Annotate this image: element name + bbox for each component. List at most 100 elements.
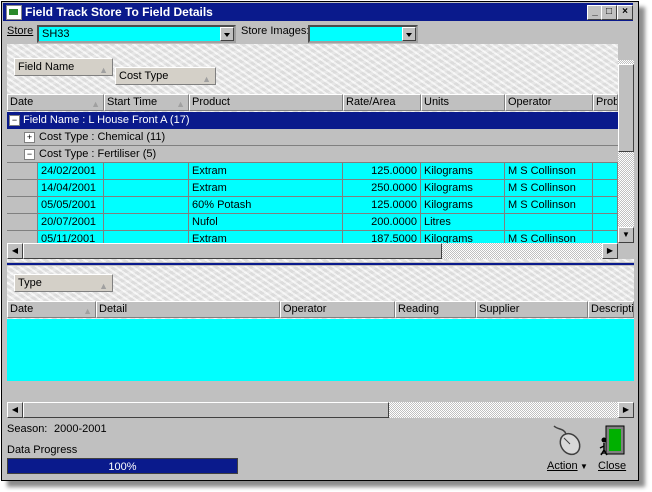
- group-row-label: Field Name : L House Front A (17): [23, 114, 190, 126]
- column-label: Descriptio: [591, 303, 634, 315]
- cell-rate[interactable]: 125.0000: [343, 197, 421, 214]
- row-indent: [7, 214, 38, 231]
- column-header-reading[interactable]: Reading: [395, 301, 476, 318]
- scroll-left-button[interactable]: ◀: [7, 402, 23, 418]
- row-indent: [7, 231, 38, 243]
- maximize-button[interactable]: □: [601, 5, 617, 20]
- column-header-date[interactable]: Date ▲: [7, 94, 104, 111]
- group-chip-cost-type[interactable]: Cost Type ▲: [115, 67, 216, 85]
- chevron-down-icon[interactable]: [220, 27, 234, 41]
- table-row[interactable]: 20/07/2001 Nufol 200.0000 Litres: [7, 214, 618, 231]
- column-header-rate-area[interactable]: Rate/Area: [343, 94, 421, 111]
- cell-units[interactable]: Kilograms: [421, 163, 505, 180]
- bottom-grid-body[interactable]: [7, 319, 634, 381]
- cell-start-time[interactable]: [104, 180, 189, 197]
- column-header-supplier[interactable]: Supplier: [476, 301, 588, 318]
- group-row-field-name[interactable]: − Field Name : L House Front A (17): [7, 112, 618, 129]
- store-images-select[interactable]: [308, 25, 418, 43]
- table-row[interactable]: 05/11/2001 Extram 187.5000 Kilograms M S…: [7, 231, 618, 243]
- cell-product[interactable]: Extram: [189, 231, 343, 243]
- top-horizontal-scrollbar[interactable]: ◀ ▶: [7, 243, 634, 259]
- store-label: Store: [7, 25, 34, 37]
- scroll-left-button[interactable]: ◀: [7, 243, 23, 259]
- table-row[interactable]: 14/04/2001 Extram 250.0000 Kilograms M S…: [7, 180, 618, 197]
- cell-problem[interactable]: [593, 197, 618, 214]
- scroll-thumb[interactable]: [23, 402, 389, 418]
- close-window-button[interactable]: ×: [617, 5, 633, 20]
- cell-problem[interactable]: [593, 231, 618, 243]
- cell-date[interactable]: 24/02/2001: [38, 163, 104, 180]
- cell-rate[interactable]: 187.5000: [343, 231, 421, 243]
- cell-units[interactable]: Kilograms: [421, 197, 505, 214]
- title-bar[interactable]: Field Track Store To Field Details _ □ ×: [3, 3, 633, 21]
- cell-operator[interactable]: M S Collinson: [505, 180, 593, 197]
- group-chip-field-name[interactable]: Field Name ▲: [14, 58, 113, 76]
- cell-operator[interactable]: [505, 214, 593, 231]
- top-vertical-scrollbar[interactable]: ▼: [618, 44, 634, 243]
- cell-rate[interactable]: 200.0000: [343, 214, 421, 231]
- scroll-down-button[interactable]: ▼: [618, 227, 634, 243]
- cell-units[interactable]: Kilograms: [421, 231, 505, 243]
- column-header-start-time[interactable]: Start Time ▲: [104, 94, 189, 111]
- cell-rate[interactable]: 125.0000: [343, 163, 421, 180]
- column-label: Reading: [398, 303, 439, 315]
- mouse-icon: [553, 425, 581, 456]
- cell-date[interactable]: 20/07/2001: [38, 214, 104, 231]
- table-row[interactable]: 05/05/2001 60% Potash 125.0000 Kilograms…: [7, 197, 618, 214]
- group-chip-type[interactable]: Type ▲: [14, 274, 113, 292]
- column-label: Date: [10, 96, 34, 108]
- column-label: Operator: [508, 96, 552, 108]
- cell-product[interactable]: Extram: [189, 180, 343, 197]
- cell-start-time[interactable]: [104, 231, 189, 243]
- scroll-right-button[interactable]: ▶: [602, 243, 618, 259]
- cell-start-time[interactable]: [104, 197, 189, 214]
- column-header-date[interactable]: Date ▲: [7, 301, 96, 318]
- cell-rate[interactable]: 250.0000: [343, 180, 421, 197]
- scroll-thumb[interactable]: [23, 243, 442, 259]
- column-header-operator[interactable]: Operator: [505, 94, 593, 111]
- cell-product[interactable]: Nufol: [189, 214, 343, 231]
- column-label: Rate/Area: [346, 96, 396, 108]
- cell-start-time[interactable]: [104, 163, 189, 180]
- cell-date[interactable]: 05/05/2001: [38, 197, 104, 214]
- cell-date[interactable]: 14/04/2001: [38, 180, 104, 197]
- close-button[interactable]: Close: [594, 424, 634, 474]
- sort-up-icon: ▲: [99, 281, 108, 291]
- column-header-product[interactable]: Product: [189, 94, 343, 111]
- scroll-right-button[interactable]: ▶: [618, 402, 634, 418]
- cell-problem[interactable]: [593, 163, 618, 180]
- subgroup-label: Cost Type : Fertiliser (5): [39, 148, 157, 160]
- scroll-track[interactable]: [389, 402, 618, 418]
- column-header-units[interactable]: Units: [421, 94, 505, 111]
- column-header-problem[interactable]: Probl: [593, 94, 618, 111]
- splitter[interactable]: [7, 263, 634, 265]
- chevron-down-icon[interactable]: [402, 27, 416, 41]
- bottom-horizontal-scrollbar[interactable]: ◀ ▶: [7, 402, 634, 418]
- collapse-icon[interactable]: −: [24, 149, 35, 160]
- cell-operator[interactable]: M S Collinson: [505, 231, 593, 243]
- cell-operator[interactable]: M S Collinson: [505, 163, 593, 180]
- column-label: Operator: [283, 303, 327, 315]
- cell-operator[interactable]: M S Collinson: [505, 197, 593, 214]
- cell-problem[interactable]: [593, 180, 618, 197]
- column-header-description[interactable]: Descriptio: [588, 301, 634, 318]
- store-select[interactable]: SH33: [37, 25, 236, 43]
- action-button[interactable]: Action ▼: [544, 424, 588, 474]
- expand-icon[interactable]: +: [24, 132, 35, 143]
- cell-start-time[interactable]: [104, 214, 189, 231]
- subgroup-row-fertiliser[interactable]: − Cost Type : Fertiliser (5): [7, 146, 618, 163]
- subgroup-row-chemical[interactable]: + Cost Type : Chemical (11): [7, 129, 618, 146]
- scroll-thumb[interactable]: [618, 64, 634, 152]
- column-header-detail[interactable]: Detail: [96, 301, 280, 318]
- column-header-operator[interactable]: Operator: [280, 301, 395, 318]
- cell-product[interactable]: Extram: [189, 163, 343, 180]
- cell-product[interactable]: 60% Potash: [189, 197, 343, 214]
- cell-problem[interactable]: [593, 214, 618, 231]
- column-label: Detail: [99, 303, 128, 315]
- table-row[interactable]: 24/02/2001 Extram 125.0000 Kilograms M S…: [7, 163, 618, 180]
- scroll-track[interactable]: [442, 243, 602, 259]
- cell-units[interactable]: Kilograms: [421, 180, 505, 197]
- cell-date[interactable]: 05/11/2001: [38, 231, 104, 243]
- collapse-icon[interactable]: −: [9, 115, 20, 126]
- cell-units[interactable]: Litres: [421, 214, 505, 231]
